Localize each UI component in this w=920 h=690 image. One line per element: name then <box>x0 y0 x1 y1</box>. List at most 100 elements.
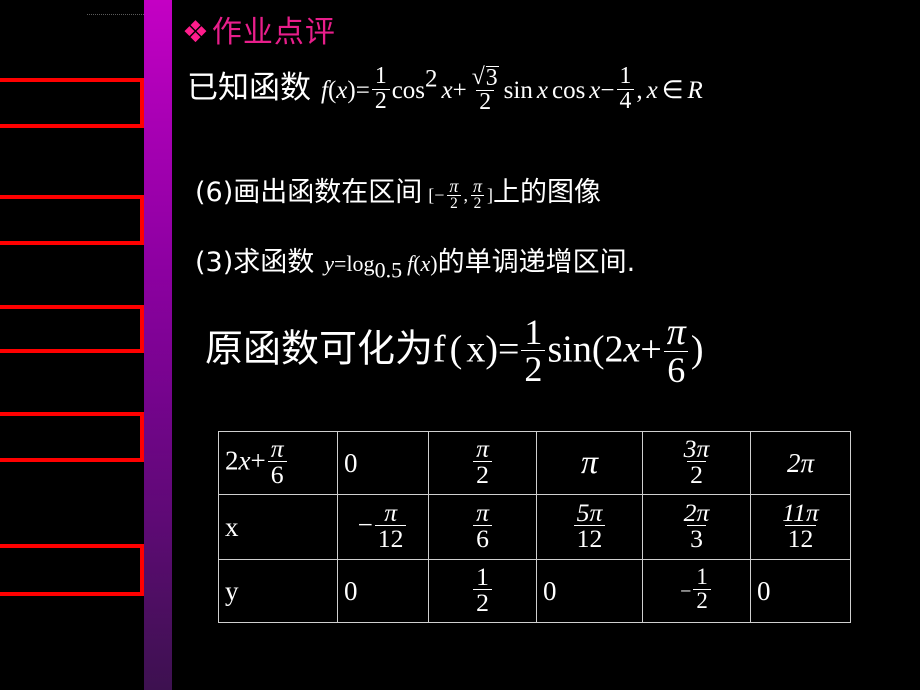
question-3-text-before: 求函数 <box>233 247 315 278</box>
sin-argument: x <box>536 77 548 104</box>
log-operator: log <box>346 251 375 276</box>
equals-sign-simplified: = <box>497 328 520 371</box>
decorative-rectangle-5 <box>0 544 144 596</box>
comma: , <box>636 77 643 104</box>
element-of-sign: ∈ <box>661 77 684 104</box>
dotted-rule <box>87 14 144 16</box>
interval-lower-fraction: π2 <box>446 177 461 211</box>
cos-operator: cos <box>391 77 426 104</box>
slide-title: ❖ 作业点评 <box>182 18 336 48</box>
interval-comma: , <box>463 185 468 205</box>
left-decoration-column <box>0 0 175 690</box>
paren-close-simplified: ) <box>485 328 498 371</box>
radical-sign: √ <box>471 63 485 90</box>
simplified-function-line: 原函数可化为f(x)= 1 2 sin(2x+ π 6) <box>205 313 704 390</box>
question-6-line: (6)画出函数在区间 [− π 2, π 2]上的图像 <box>195 170 601 212</box>
diamond-bullet-icon: ❖ <box>182 15 209 50</box>
cos-argument: x <box>441 77 453 104</box>
table-cell-y-4: 0 <box>750 559 851 623</box>
table-row-x: x − π 12 π6 5π 12 2π 3 11π 12 <box>218 494 851 560</box>
domain-set: R <box>687 77 703 104</box>
paren-close-q3: ) <box>430 251 438 276</box>
decorative-rectangle-3 <box>0 305 144 353</box>
y-value-4: 0 <box>757 575 771 606</box>
fraction-one-half: 12 <box>371 65 390 114</box>
equals-sign: = <box>355 77 370 104</box>
y-variable: y <box>324 251 335 276</box>
table-cell-x-1: π6 <box>428 494 537 560</box>
angle-value-0: 0 <box>344 447 358 478</box>
fraction-one-quarter: 14 <box>616 65 635 114</box>
plus-sign-simplified: + <box>640 328 662 371</box>
x-value-0: π 12 <box>374 499 407 552</box>
table-cell-angle-2: π <box>536 431 643 495</box>
given-function-line: 已知函数 f(x)= 1 2 cos2 x+ √3 2 sin x cos x− 1 4, x ∈ R <box>187 62 703 116</box>
y-value-0: 0 <box>344 575 358 606</box>
angle-coef: 2 <box>225 445 239 476</box>
table-cell-y-header: y <box>218 559 338 623</box>
cos-argument-2: x <box>589 77 601 104</box>
simplified-label: 原函数可化为 <box>205 326 434 371</box>
domain-variable: x <box>646 77 658 104</box>
equals-sign-q3: = <box>334 251 347 276</box>
table-cell-x-3: 2π 3 <box>642 494 751 560</box>
interval-minus: − <box>434 185 445 205</box>
question-3-text-after: 的单调递增区间. <box>437 247 636 278</box>
table-cell-angle-header: 2x+ π 6 <box>218 431 338 495</box>
fraction-sqrt3-over-2: √3 2 <box>471 63 499 115</box>
fn-f-simplified: f <box>433 328 446 371</box>
table-cell-x-2: 5π 12 <box>536 494 643 560</box>
table-row-y: y 0 12 0 −1 2 0 <box>218 559 851 623</box>
purple-gradient-bar <box>144 0 172 690</box>
question-3-number: (3) <box>195 247 234 278</box>
table-cell-angle-3: 3π 2 <box>642 431 751 495</box>
x-value-0-sign: − <box>357 509 373 540</box>
radicand: 3 <box>485 64 499 91</box>
arg-paren-open: ( <box>591 328 605 371</box>
table-cell-angle-0: 0 <box>337 431 429 495</box>
angle-value-3: 3π 2 <box>683 433 710 490</box>
table-cell-x-0: − π 12 <box>337 494 429 560</box>
x-value-3: 2π 3 <box>683 497 710 554</box>
cos-power: 2 <box>425 65 438 93</box>
paren-open-q3: ( <box>413 251 421 276</box>
row-x-label: x <box>225 511 239 542</box>
angle-value-4: 2π <box>786 447 815 478</box>
question-6-text-after: 上的图像 <box>492 177 601 208</box>
table-cell-y-0: 0 <box>337 559 429 623</box>
table-cell-angle-4: 2π <box>750 431 851 495</box>
x-value-4: 11π 12 <box>782 497 819 554</box>
decorative-rectangle-4 <box>0 412 144 462</box>
y-value-2: 0 <box>543 575 557 606</box>
table-cell-angle-1: π2 <box>428 431 537 495</box>
angle-fraction: π6 <box>267 435 287 488</box>
plus-sign: + <box>452 77 467 104</box>
question-3-line: (3)求函数 y=log0.5 f(x)的单调递增区间. <box>195 240 635 283</box>
y-value-3: 12 <box>693 565 711 613</box>
coefficient-two: 2 <box>604 328 624 371</box>
angle-value-2: π <box>580 444 599 481</box>
y-value-3-sign: − <box>680 580 692 603</box>
fraction-one-half-simplified: 12 <box>521 314 546 387</box>
question-6-number: (6) <box>195 177 234 208</box>
minus-sign: − <box>600 77 615 104</box>
decorative-rectangle-2 <box>0 195 144 245</box>
angle-value-1: π2 <box>473 435 492 488</box>
y-value-1: 12 <box>473 563 492 616</box>
slide-canvas: ❖ 作业点评 已知函数 f(x)= 1 2 cos2 x+ √3 2 sin x cos x− 1 4, x… <box>0 0 920 690</box>
row-y-label: y <box>225 575 239 606</box>
table-cell-y-3: −1 2 <box>642 559 751 623</box>
arg-paren-close: ) <box>690 328 704 371</box>
paren-close: ) <box>347 77 356 104</box>
slide-title-text: 作业点评 <box>211 15 336 50</box>
var-x: x <box>336 77 348 104</box>
fraction-pi-over-6: π6 <box>664 313 689 388</box>
log-base: 0.5 <box>374 257 403 283</box>
table-cell-y-2: 0 <box>536 559 643 623</box>
var-x-simplified: x <box>466 328 486 371</box>
var-x-argument: x <box>623 328 641 371</box>
angle-var: x <box>238 445 251 476</box>
decorative-rectangle-1 <box>0 78 144 128</box>
given-function-label: 已知函数 <box>187 70 311 106</box>
x-value-2: 5π 12 <box>573 499 606 552</box>
